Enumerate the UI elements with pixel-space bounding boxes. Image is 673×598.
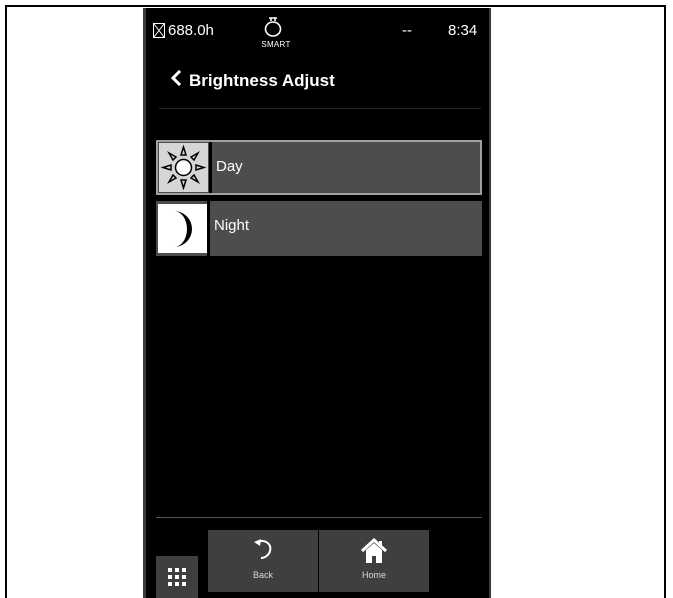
smart-indicator: SMART — [254, 16, 294, 52]
day-icon-box — [159, 143, 208, 192]
back-button[interactable]: Back — [208, 530, 318, 592]
menu-button[interactable] — [156, 556, 198, 598]
home-icon — [360, 537, 388, 563]
option-night[interactable]: Night — [156, 201, 482, 256]
home-button[interactable]: Home — [319, 530, 429, 592]
title-divider — [159, 108, 481, 109]
option-separator — [209, 142, 212, 193]
undo-arrow-icon — [254, 539, 272, 559]
signal-indicator: -- — [402, 22, 412, 39]
back-label: Back — [252, 570, 273, 580]
bottom-divider — [156, 517, 482, 518]
sun-icon — [160, 144, 207, 191]
smart-label: SMART — [261, 40, 291, 49]
option-separator — [207, 201, 210, 256]
hour-meter-value: 688.0h — [168, 22, 214, 39]
status-bar: 688.0h SMART -- 8:34 — [146, 8, 489, 52]
option-day[interactable]: Day — [156, 140, 482, 195]
grid-menu-icon — [168, 568, 186, 586]
device-screen: 688.0h SMART -- 8:34 Brightness Adjust D… — [143, 8, 491, 598]
option-day-label: Day — [216, 158, 243, 175]
moon-icon — [174, 211, 192, 247]
hour-meter-icon — [153, 23, 165, 38]
smart-bulb-icon — [264, 17, 282, 37]
night-icon-box — [158, 204, 207, 253]
option-night-label: Night — [214, 217, 250, 234]
clock: 8:34 — [448, 22, 478, 39]
page-title: Brightness Adjust — [189, 71, 335, 90]
home-label: Home — [361, 570, 386, 580]
back-chevron-icon[interactable] — [170, 70, 182, 86]
